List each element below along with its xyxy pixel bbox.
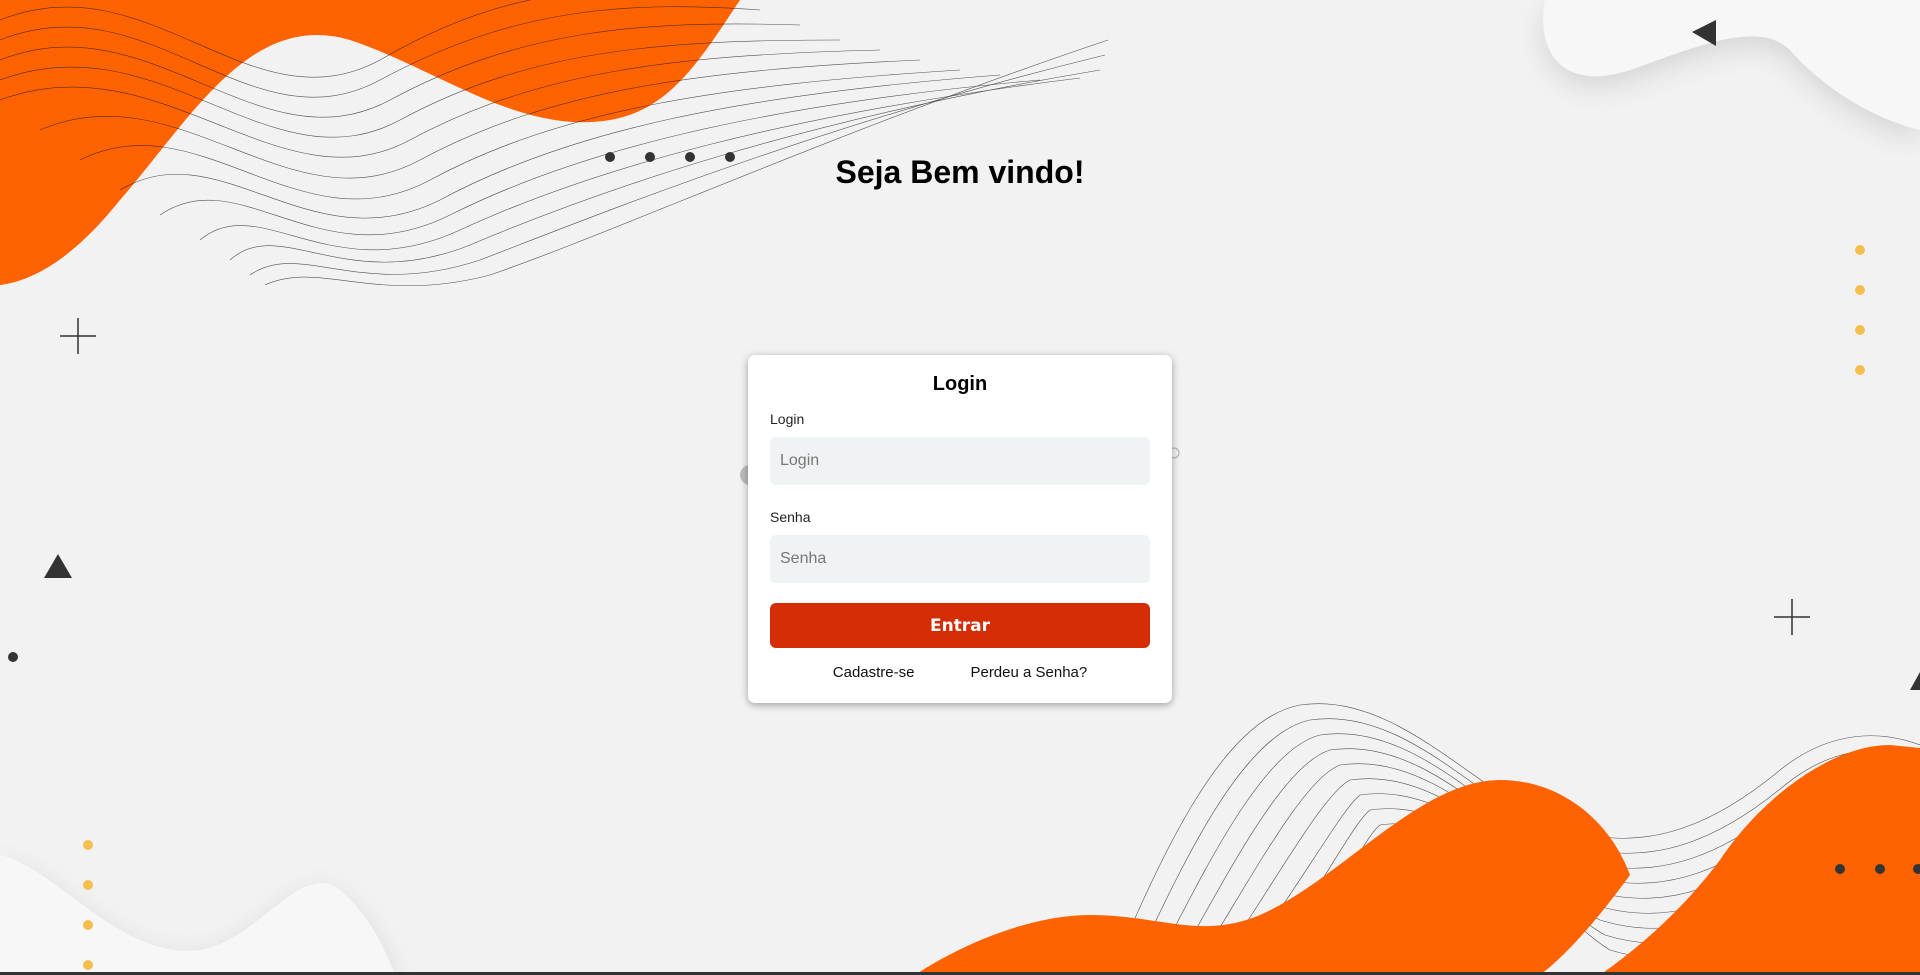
plus-shape-right xyxy=(1774,599,1810,635)
login-card: Login Login Senha Entrar Cadastre-se Per… xyxy=(748,355,1172,703)
plus-shape-left xyxy=(60,318,96,354)
password-input[interactable] xyxy=(770,535,1150,583)
auth-links: Cadastre-se Perdeu a Senha? xyxy=(770,664,1150,681)
orange-wave-top-left xyxy=(0,0,740,285)
welcome-title: Seja Bem vindo! xyxy=(835,154,1085,190)
triangle-shape-left xyxy=(44,554,72,578)
login-card-title: Login xyxy=(932,373,988,395)
login-field-label: Login xyxy=(770,411,805,427)
dark-dot-left xyxy=(8,652,18,662)
register-link[interactable]: Cadastre-se xyxy=(833,664,915,681)
orange-wave-bottom-right xyxy=(1600,745,1920,975)
password-field-label: Senha xyxy=(770,509,811,525)
enter-button[interactable]: Entrar xyxy=(770,603,1150,648)
white-blob-bottom-left xyxy=(0,855,395,975)
orange-wave-bottom-center xyxy=(915,780,1630,975)
field-spacer xyxy=(770,485,1150,509)
triangle-shape-right-edge xyxy=(1910,672,1920,690)
login-page: Seja Bem vindo! Login Login Senha Entrar… xyxy=(0,0,1920,975)
yellow-dots-right xyxy=(1855,245,1865,375)
white-blob-top-right xyxy=(1543,0,1920,130)
forgot-password-link[interactable]: Perdeu a Senha? xyxy=(970,664,1087,681)
login-input[interactable] xyxy=(770,437,1150,485)
